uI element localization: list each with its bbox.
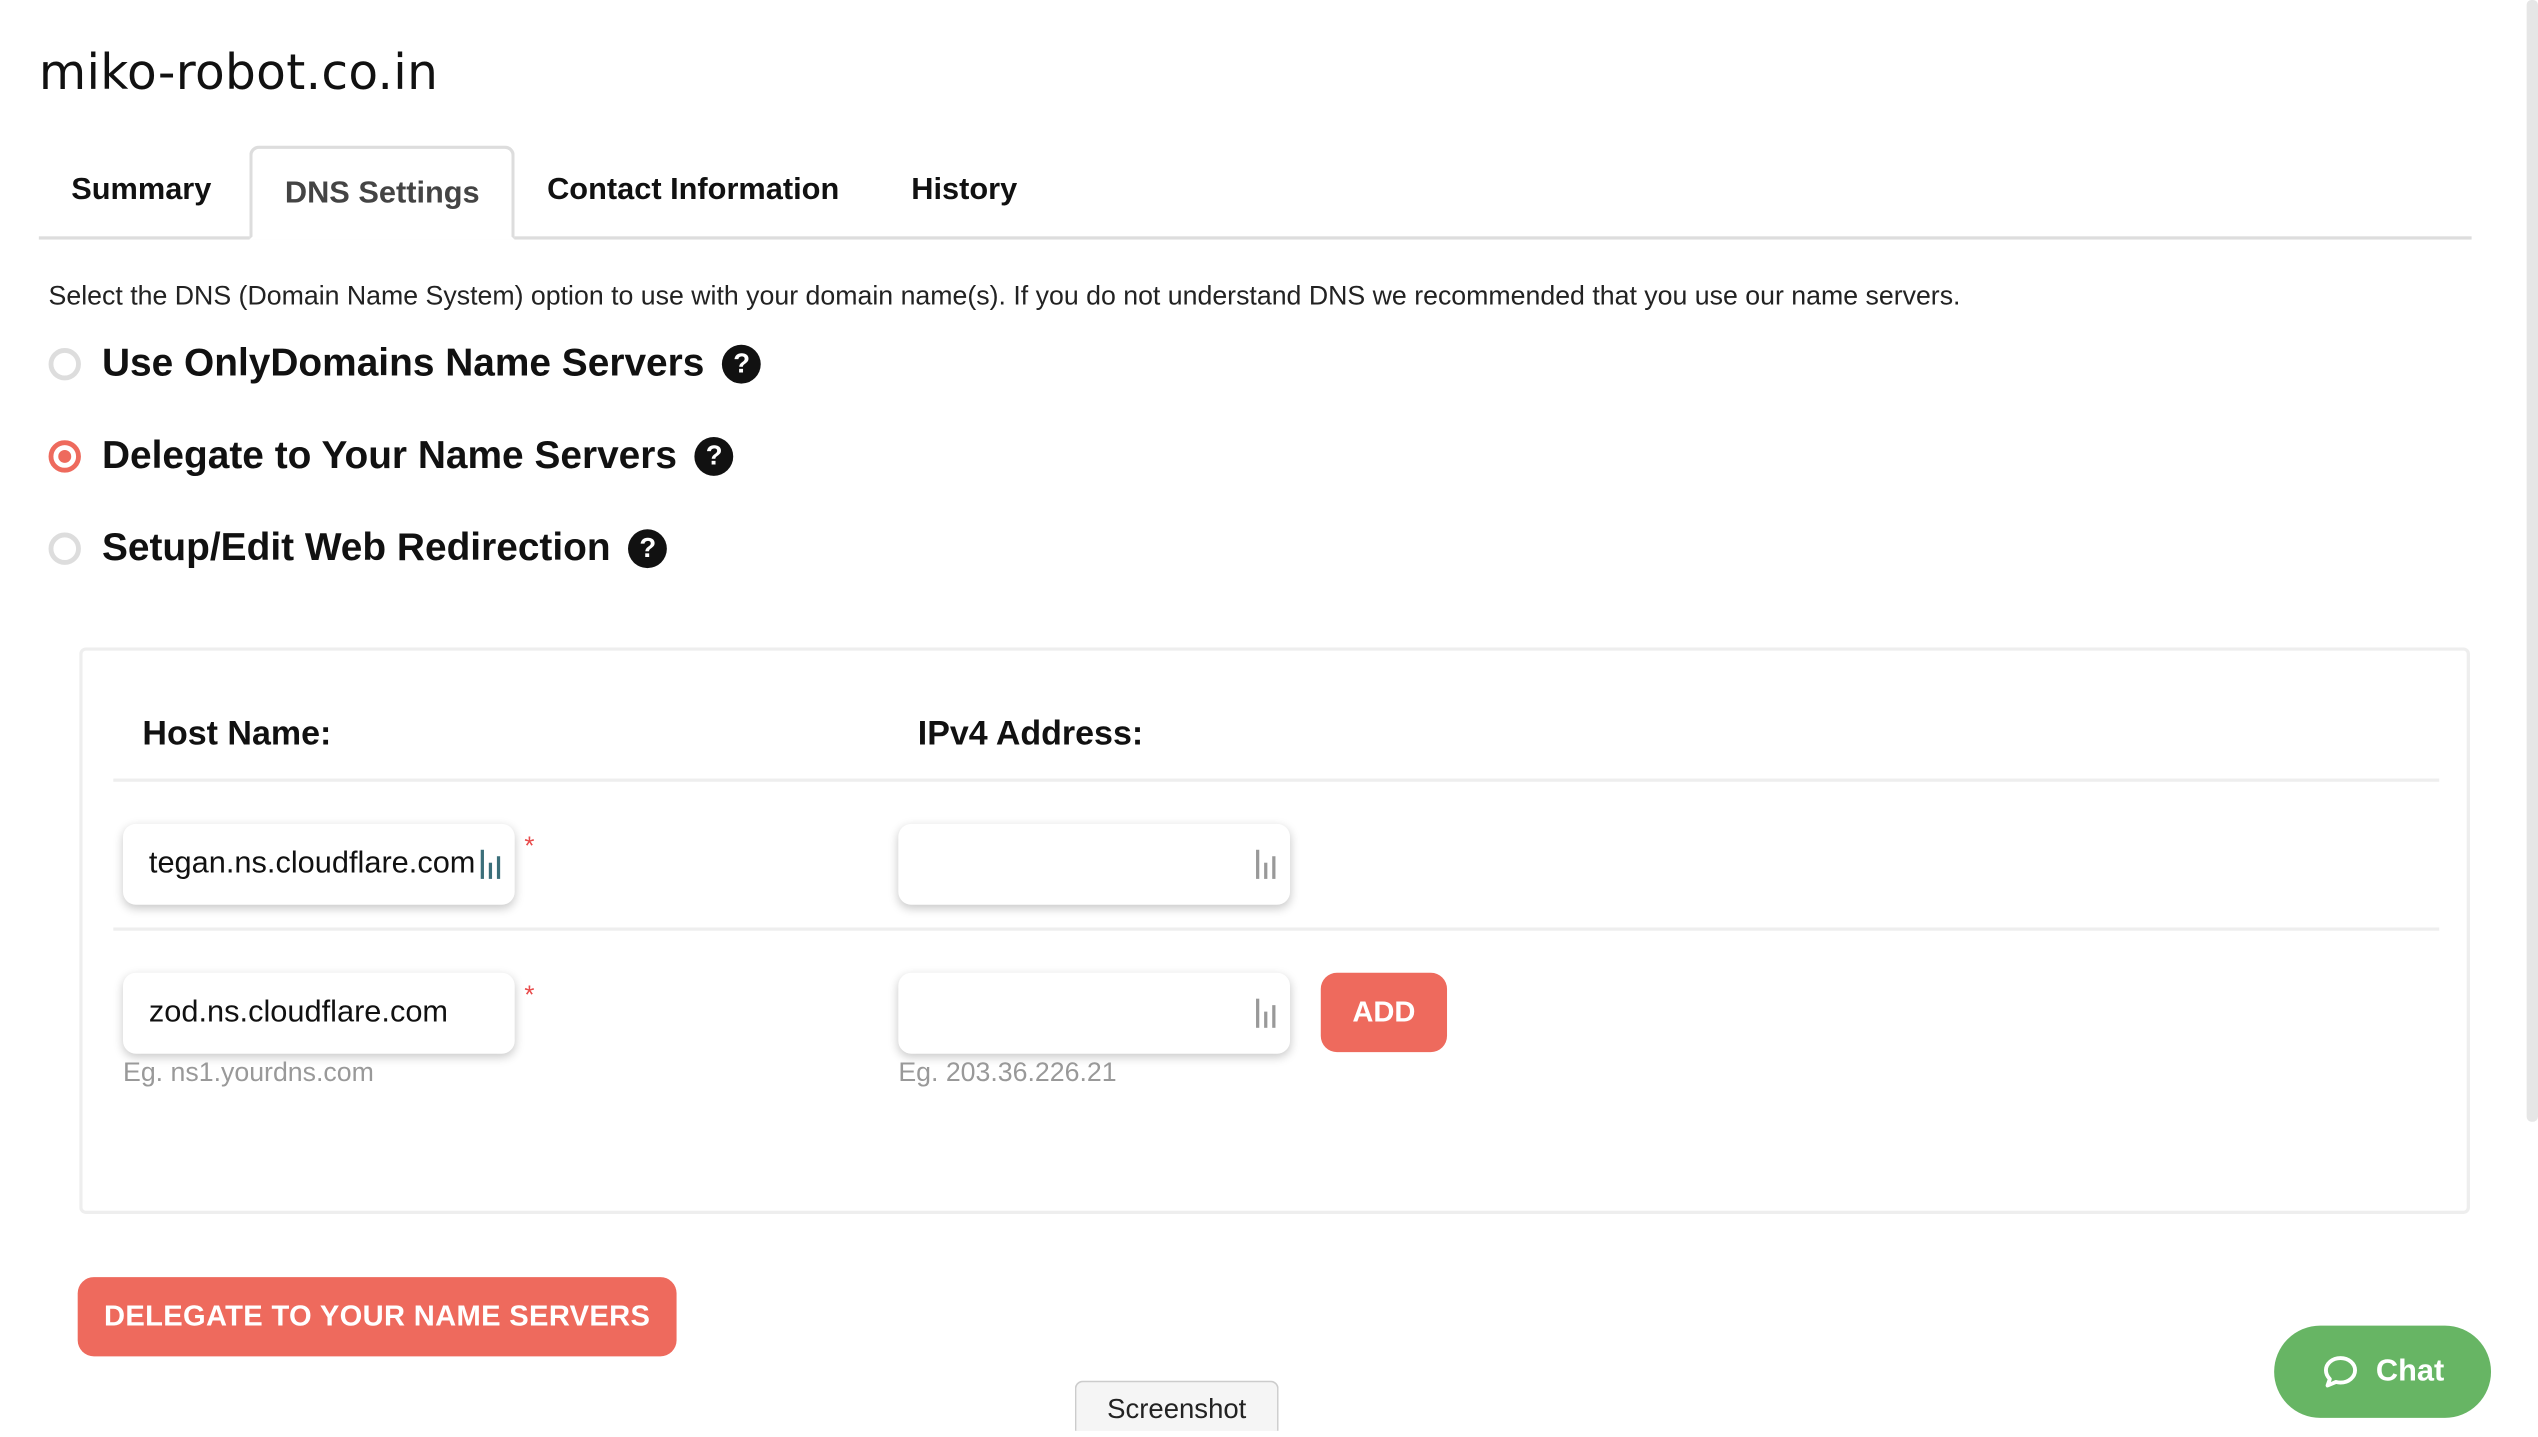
host-name-field[interactable]	[123, 972, 515, 1054]
ipv4-field[interactable]	[898, 823, 1291, 905]
required-marker: *	[524, 833, 535, 862]
host-name-field[interactable]	[123, 823, 515, 905]
screenshot-button[interactable]: Screenshot	[1074, 1380, 1279, 1431]
option-web-redirection[interactable]: Setup/Edit Web Redirection ?	[48, 524, 668, 573]
add-button[interactable]: ADD	[1320, 972, 1448, 1053]
domain-title: miko-robot.co.in	[38, 45, 439, 102]
tab-history[interactable]: History	[879, 146, 1050, 237]
help-icon[interactable]: ?	[628, 529, 668, 569]
header-divider	[113, 778, 2440, 782]
radio-onlydomains[interactable]	[48, 347, 81, 381]
ipv4-hint: Eg. 203.36.226.21	[898, 1058, 1117, 1088]
radio-web-redirection[interactable]	[48, 532, 81, 565]
keyboard-icon	[1256, 998, 1279, 1028]
option-label: Setup/Edit Web Redirection	[101, 526, 611, 570]
delegate-submit-button[interactable]: DELEGATE TO YOUR NAME SERVERS	[77, 1277, 677, 1357]
dns-intro-text: Select the DNS (Domain Name System) opti…	[48, 281, 1961, 311]
option-label: Use OnlyDomains Name Servers	[101, 341, 705, 386]
option-delegate[interactable]: Delegate to Your Name Servers ?	[48, 432, 734, 481]
host-name-input[interactable]	[148, 992, 481, 1035]
ipv4-field[interactable]	[898, 972, 1291, 1054]
keyboard-icon	[480, 849, 504, 879]
help-icon[interactable]: ?	[722, 344, 762, 384]
host-name-hint: Eg. ns1.yourdns.com	[123, 1058, 374, 1088]
name-server-panel: Host Name: IPv4 Address: * *	[79, 647, 2470, 1214]
tab-bar: Summary DNS Settings Contact Information…	[38, 145, 2472, 240]
help-icon[interactable]: ?	[694, 437, 734, 476]
tab-dns-settings[interactable]: DNS Settings	[249, 145, 516, 240]
host-name-header: Host Name:	[142, 715, 332, 753]
ipv4-input[interactable]	[924, 843, 1257, 886]
ipv4-input[interactable]	[924, 992, 1257, 1035]
option-onlydomains[interactable]: Use OnlyDomains Name Servers ?	[48, 340, 762, 389]
keyboard-icon	[1256, 849, 1279, 879]
tab-summary[interactable]: Summary	[39, 146, 244, 237]
required-marker: *	[524, 982, 535, 1011]
ipv4-address-header: IPv4 Address:	[917, 715, 1144, 753]
host-name-input[interactable]	[148, 843, 481, 886]
chat-button[interactable]: Chat	[2274, 1325, 2492, 1418]
page-scrollbar[interactable]	[2526, 0, 2538, 1122]
tab-contact-information[interactable]: Contact Information	[515, 146, 872, 237]
chat-bubble-icon	[2323, 1355, 2357, 1387]
chat-label: Chat	[2375, 1353, 2445, 1388]
option-label: Delegate to Your Name Servers	[101, 433, 678, 478]
radio-delegate[interactable]	[48, 440, 81, 473]
row-divider	[113, 927, 2440, 931]
